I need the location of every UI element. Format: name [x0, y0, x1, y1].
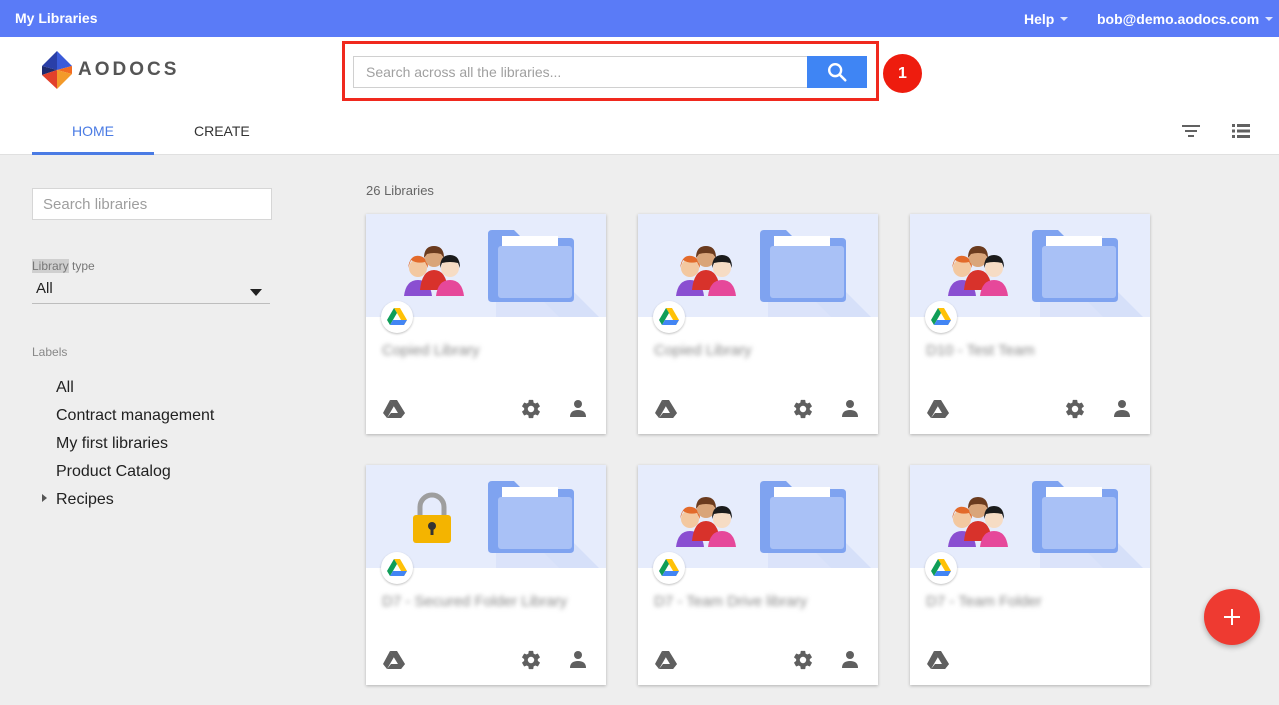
help-menu[interactable]: Help [1024, 11, 1069, 27]
team-people-icon [676, 497, 736, 547]
library-count: 26 Libraries [366, 183, 434, 198]
library-type-value: All [36, 280, 53, 297]
library-search-input[interactable] [32, 188, 272, 220]
label-item-contract-management[interactable]: Contract management [56, 407, 214, 425]
global-search-input[interactable] [353, 56, 808, 88]
add-library-button[interactable] [1204, 589, 1260, 645]
tab-home[interactable]: HOME [72, 123, 114, 139]
library-type-label: Library type [32, 259, 95, 273]
chevron-down-icon [1265, 17, 1274, 21]
active-tab-indicator [32, 152, 154, 155]
logo-text: AODOCS [78, 59, 180, 80]
labels-header: Labels [32, 345, 68, 359]
plus-icon [1224, 609, 1240, 625]
library-name[interactable]: D7 - Team Drive library [654, 593, 807, 610]
search-icon [828, 63, 847, 82]
google-drive-badge [925, 552, 957, 584]
google-drive-badge [925, 301, 957, 333]
help-label: Help [1024, 11, 1055, 27]
top-app-bar: My Libraries Help bob@demo.aodocs.com [0, 0, 1279, 37]
folder-icon [488, 481, 574, 553]
app-title[interactable]: My Libraries [15, 10, 97, 26]
google-drive-badge [653, 552, 685, 584]
user-account-menu[interactable]: bob@demo.aodocs.com [1097, 11, 1274, 27]
library-card[interactable]: Copied Library [638, 214, 878, 434]
aodocs-logo-icon [42, 51, 72, 89]
drive-icon[interactable] [383, 400, 405, 418]
aodocs-logo[interactable]: AODOCS [42, 51, 179, 89]
gear-icon[interactable] [520, 398, 542, 420]
expand-arrow-icon[interactable] [42, 494, 47, 502]
team-people-icon [948, 497, 1008, 547]
library-type-label-highlight: Library [32, 259, 69, 273]
library-card[interactable]: D7 - Secured Folder Library [366, 465, 606, 685]
google-drive-icon [659, 308, 679, 325]
google-drive-icon [659, 559, 679, 576]
google-drive-icon [387, 559, 407, 576]
list-view-icon[interactable] [1231, 123, 1251, 139]
folder-icon [1032, 481, 1118, 553]
lock-icon [413, 492, 451, 543]
library-name[interactable]: D7 - Secured Folder Library [382, 593, 567, 610]
google-drive-badge [381, 552, 413, 584]
person-icon[interactable] [569, 399, 587, 417]
library-type-select[interactable]: All [32, 280, 270, 304]
gear-icon[interactable] [520, 649, 542, 671]
google-drive-icon [931, 559, 951, 576]
library-name[interactable]: Copied Library [654, 342, 752, 359]
library-type-label-rest: type [68, 259, 95, 273]
dropdown-arrow-icon [250, 289, 262, 296]
folder-icon [760, 481, 846, 553]
step-number-badge: 1 [883, 54, 922, 93]
gear-icon[interactable] [792, 398, 814, 420]
google-drive-badge [653, 301, 685, 333]
library-card[interactable]: D7 - Team Folder [910, 465, 1150, 685]
tab-create[interactable]: CREATE [194, 123, 250, 139]
folder-icon [760, 230, 846, 302]
person-icon[interactable] [841, 650, 859, 668]
library-card[interactable]: D7 - Team Drive library [638, 465, 878, 685]
drive-icon[interactable] [927, 400, 949, 418]
gear-icon[interactable] [792, 649, 814, 671]
label-item-all[interactable]: All [56, 379, 74, 397]
drive-icon[interactable] [927, 651, 949, 669]
library-name[interactable]: D7 - Team Folder [926, 593, 1042, 610]
folder-icon [1032, 230, 1118, 302]
filter-icon[interactable] [1181, 123, 1201, 139]
library-name[interactable]: Copied Library [382, 342, 480, 359]
drive-icon[interactable] [655, 651, 677, 669]
library-name[interactable]: D10 - Test Team [926, 342, 1035, 359]
library-card[interactable]: D10 - Test Team [910, 214, 1150, 434]
chevron-down-icon [1060, 17, 1069, 21]
team-people-icon [404, 246, 464, 296]
drive-icon[interactable] [655, 400, 677, 418]
team-people-icon [676, 246, 736, 296]
person-icon[interactable] [569, 650, 587, 668]
team-people-icon [948, 246, 1008, 296]
search-button[interactable] [807, 56, 867, 88]
gear-icon[interactable] [1064, 398, 1086, 420]
header: AODOCS 1 HOME CREATE [0, 37, 1279, 155]
google-drive-icon [387, 308, 407, 325]
label-item-my-first-libraries[interactable]: My first libraries [56, 435, 168, 453]
user-email: bob@demo.aodocs.com [1097, 11, 1260, 27]
google-drive-badge [381, 301, 413, 333]
person-icon[interactable] [841, 399, 859, 417]
library-card[interactable]: Copied Library [366, 214, 606, 434]
folder-icon [488, 230, 574, 302]
label-item-product-catalog[interactable]: Product Catalog [56, 463, 171, 481]
person-icon[interactable] [1113, 399, 1131, 417]
google-drive-icon [931, 308, 951, 325]
drive-icon[interactable] [383, 651, 405, 669]
label-item-recipes[interactable]: Recipes [56, 491, 114, 509]
